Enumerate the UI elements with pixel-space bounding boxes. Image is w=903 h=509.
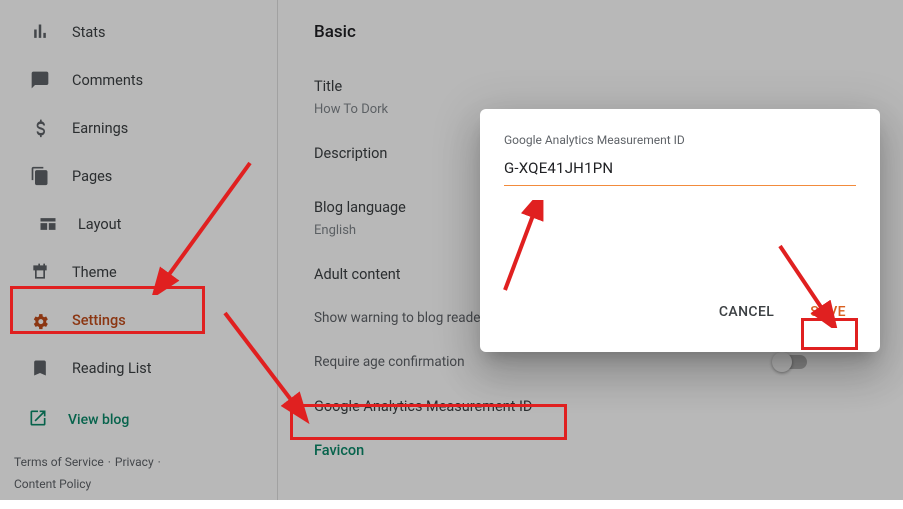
section-heading: Basic [314, 22, 867, 42]
bookmark-icon [28, 356, 52, 380]
ga-measurement-id-label: Google Analytics Measurement ID [314, 398, 532, 415]
sidebar-item-label: Comments [72, 72, 143, 89]
warning-label: Show warning to blog readers [314, 310, 492, 326]
view-blog-link[interactable]: View blog [0, 392, 277, 448]
favicon-label: Favicon [314, 442, 364, 459]
title-label: Title [314, 78, 342, 95]
sidebar-item-label: Stats [72, 24, 105, 41]
privacy-link[interactable]: Privacy [115, 455, 154, 469]
dialog-actions: CANCEL SAVE [504, 296, 856, 328]
gear-icon [28, 308, 52, 332]
ga-measurement-id-input[interactable] [504, 155, 856, 186]
sidebar-item-label: Layout [78, 216, 121, 233]
theme-icon [28, 260, 52, 284]
sidebar-item-label: Theme [72, 264, 117, 281]
save-button[interactable]: SAVE [800, 296, 856, 328]
pages-icon [28, 164, 52, 188]
sidebar-item-theme[interactable]: Theme [0, 248, 277, 296]
layout-icon [36, 212, 60, 236]
favicon-row[interactable]: Favicon [314, 428, 867, 472]
sidebar-item-stats[interactable]: Stats [0, 8, 277, 56]
sidebar-item-settings[interactable]: Settings [0, 296, 277, 344]
sidebar-item-pages[interactable]: Pages [0, 152, 277, 200]
comments-icon [28, 68, 52, 92]
sidebar: Stats Comments Earnings Pages Layout The… [0, 0, 278, 500]
terms-link[interactable]: Terms of Service [14, 455, 104, 469]
nav-list: Stats Comments Earnings Pages Layout The… [0, 0, 277, 392]
open-in-new-icon [28, 408, 48, 432]
sidebar-item-label: Earnings [72, 120, 128, 137]
sidebar-item-earnings[interactable]: Earnings [0, 104, 277, 152]
description-label: Description [314, 145, 387, 162]
ga-measurement-id-row[interactable]: Google Analytics Measurement ID [314, 384, 867, 428]
cancel-button[interactable]: CANCEL [709, 296, 784, 328]
view-blog-label: View blog [68, 412, 129, 428]
adult-content-label: Adult content [314, 266, 401, 283]
age-confirm-toggle[interactable] [775, 355, 807, 369]
stats-icon [28, 20, 52, 44]
sidebar-item-reading-list[interactable]: Reading List [0, 344, 277, 392]
sidebar-item-label: Settings [72, 312, 126, 329]
sidebar-item-label: Reading List [72, 360, 152, 377]
sidebar-item-layout[interactable]: Layout [0, 200, 277, 248]
language-label: Blog language [314, 199, 406, 216]
sidebar-item-label: Pages [72, 168, 112, 185]
earnings-icon [28, 116, 52, 140]
dialog-field-label: Google Analytics Measurement ID [504, 133, 856, 147]
content-policy-link[interactable]: Content Policy [14, 477, 91, 491]
age-confirm-label: Require age confirmation [314, 354, 465, 370]
ga-measurement-id-dialog: Google Analytics Measurement ID CANCEL S… [480, 109, 880, 352]
sidebar-item-comments[interactable]: Comments [0, 56, 277, 104]
